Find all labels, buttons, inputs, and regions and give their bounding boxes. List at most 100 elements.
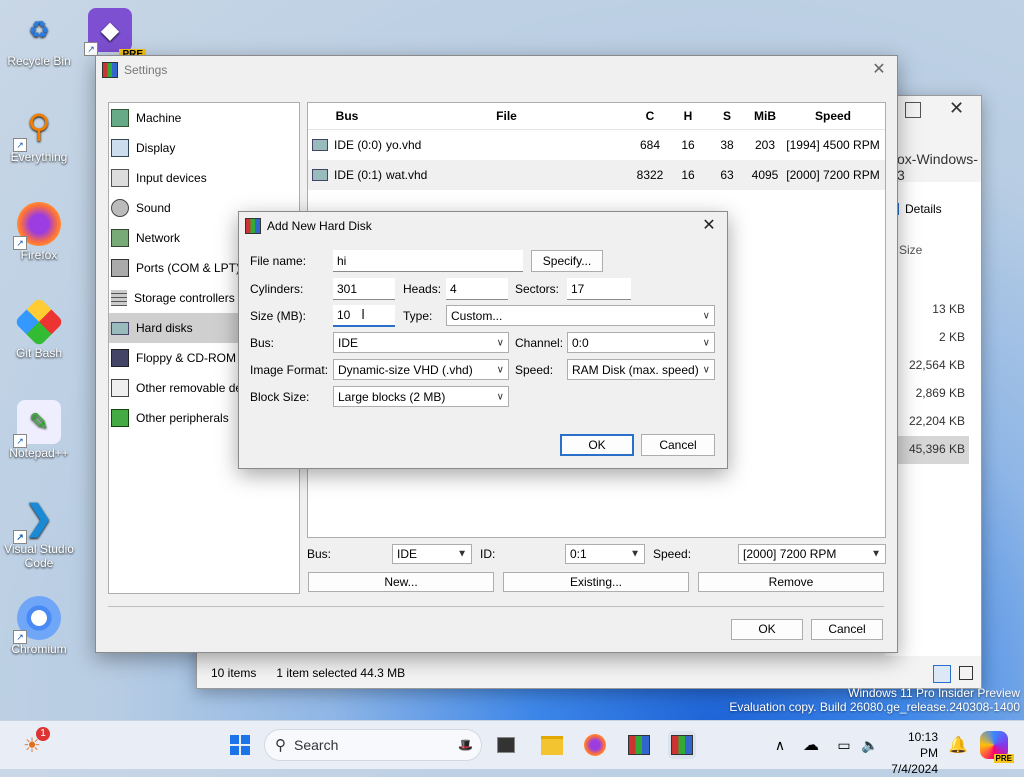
chevron-down-icon: ∨ [702, 310, 710, 321]
speed-label: Speed: [515, 363, 554, 377]
type-select[interactable]: Custom... ∨ [446, 305, 715, 326]
size-field[interactable]: 10 I [333, 305, 395, 327]
settings-close-button[interactable]: ✕ [867, 59, 891, 81]
table-row-selected[interactable]: IDE (0:1) wat.vhd 8322 16 63 4095 [2000]… [308, 160, 885, 190]
86box-settings-taskbar-icon[interactable] [668, 731, 696, 759]
display-settings-icon[interactable]: ▭ [830, 731, 858, 759]
shortcut-arrow-icon: ↗ [13, 630, 27, 644]
text-cursor-icon: I [361, 306, 366, 323]
desktop-icon-notepadpp[interactable]: ✎ ↗ Notepad++ [2, 400, 76, 460]
column-header-mib[interactable]: MiB [747, 109, 783, 123]
hard-disk-icon [312, 169, 328, 181]
speed-select[interactable]: RAM Disk (max. speed) ∨ [567, 359, 715, 380]
table-row[interactable]: IDE (0:0) yo.vhd 684 16 38 203 [1994] 45… [308, 130, 885, 160]
category-input-devices[interactable]: Input devices [109, 163, 299, 193]
category-machine[interactable]: Machine [109, 103, 299, 133]
recycle-bin-icon: ♻ [28, 16, 50, 44]
task-view-icon[interactable] [492, 731, 520, 759]
86box-icon [102, 62, 118, 78]
list-view-icon[interactable] [933, 665, 951, 683]
desktop-icon-chromium[interactable]: ↗ Chromium [2, 596, 76, 656]
file-explorer-icon[interactable] [538, 731, 566, 759]
category-display[interactable]: Display [109, 133, 299, 163]
chip-icon [111, 409, 129, 427]
explorer-close-button[interactable]: ✕ [949, 98, 964, 119]
block-size-select[interactable]: Large blocks (2 MB) ∨ [333, 386, 509, 407]
file-name-field[interactable]: hi [333, 250, 523, 272]
column-header-file[interactable]: File [382, 109, 631, 123]
notification-bell-icon[interactable]: 🔔 [944, 731, 972, 759]
tile-view-icon[interactable] [959, 666, 973, 680]
column-header-speed[interactable]: Speed [783, 109, 883, 123]
shortcut-arrow-icon: ↗ [13, 434, 27, 448]
chevron-up-icon[interactable]: ∧ [766, 731, 794, 759]
block-size-label: Block Size: [250, 390, 310, 404]
size-cell: 22,204 KB [908, 414, 965, 428]
network-status-icon[interactable]: ☁ [797, 731, 825, 759]
column-header-c[interactable]: C [631, 109, 669, 123]
new-disk-button[interactable]: New... [308, 572, 494, 592]
removable-drive-icon [111, 379, 129, 397]
column-header-bus[interactable]: Bus [308, 109, 382, 123]
size-cell: 2,869 KB [915, 386, 965, 400]
item-count: 10 items [211, 666, 257, 680]
start-button[interactable] [226, 731, 254, 759]
copilot-icon[interactable]: PRE [980, 731, 1014, 763]
storage-controller-icon [111, 290, 127, 306]
desktop-icon-vscode[interactable]: ❯ ↗ Visual Studio Code [2, 496, 76, 570]
desktop-icon-recycle-bin[interactable]: ♻ Recycle Bin [2, 8, 76, 69]
channel-select[interactable]: 0:0 ∨ [567, 332, 715, 353]
id-select[interactable]: 0:1 ▼ [565, 544, 645, 564]
86box-manager-taskbar-icon[interactable] [625, 731, 653, 759]
display-icon [111, 139, 129, 157]
cylinders-field[interactable]: 301 [333, 278, 395, 300]
remove-disk-button[interactable]: Remove [698, 572, 884, 592]
bus-select[interactable]: IDE ∨ [333, 332, 509, 353]
notepadpp-icon: ✎ ↗ [13, 400, 61, 448]
explorer-status-bar: 10 items 1 item selected 44.3 MB [197, 658, 981, 688]
weather-widget-icon[interactable]: ☀ 1 [18, 727, 50, 759]
heads-field[interactable]: 4 [446, 278, 508, 300]
bus-label: Bus: [250, 336, 275, 350]
explorer-maximize-button[interactable] [905, 102, 921, 118]
column-header-s[interactable]: S [707, 109, 747, 123]
dialog-titlebar: Add New Hard Disk [239, 212, 727, 240]
image-format-select[interactable]: Dynamic-size VHD (.vhd) ∨ [333, 359, 509, 380]
existing-disk-button[interactable]: Existing... [503, 572, 689, 592]
desktop-icon-everything[interactable]: ⚲ ↗ Everything [2, 104, 76, 164]
dialog-title: Add New Hard Disk [267, 219, 372, 233]
dialog-cancel-button[interactable]: Cancel [641, 434, 715, 456]
settings-ok-button[interactable]: OK [731, 619, 803, 640]
clock[interactable]: 10:13 PM 7/4/2024 [888, 729, 938, 777]
speed-select[interactable]: [2000] 7200 RPM ▼ [738, 544, 886, 564]
windows-logo-icon [230, 735, 250, 755]
dialog-ok-button[interactable]: OK [560, 434, 634, 456]
speaker-icon[interactable]: 🔈 [856, 731, 884, 759]
desktop-icon-firefox[interactable]: ↗ Firefox [2, 202, 76, 262]
chromium-icon: ↗ [13, 596, 61, 644]
settings-cancel-button[interactable]: Cancel [811, 619, 883, 640]
copilot-pre-badge: PRE [993, 754, 1014, 763]
image-format-label: Image Format: [250, 363, 329, 377]
visual-studio-preview-icon: ◆ ↗ PRE [84, 8, 146, 60]
desktop-icon-visual-studio-preview[interactable]: ◆ ↗ PRE [80, 8, 146, 60]
size-column-header[interactable]: Size [899, 243, 922, 257]
firefox-icon: ↗ [13, 202, 61, 250]
shortcut-arrow-icon: ↗ [84, 42, 98, 56]
sectors-field[interactable]: 17 [567, 278, 631, 300]
dialog-close-button[interactable]: ✕ [697, 215, 721, 237]
desktop-icon-git-bash[interactable]: Git Bash [2, 297, 76, 360]
search-box[interactable]: ⚲ Search 🎩 [264, 729, 482, 761]
chevron-down-icon: ∨ [496, 391, 504, 402]
bus-select[interactable]: IDE ▼ [392, 544, 472, 564]
size-cell: 45,396 KB [908, 442, 965, 456]
column-header-h[interactable]: H [669, 109, 707, 123]
explorer-tab-title[interactable]: ox-Windows-3 [897, 151, 981, 183]
id-label: ID: [480, 547, 496, 561]
firefox-taskbar-icon[interactable] [581, 731, 609, 759]
speaker-icon [111, 199, 129, 217]
file-name-label: File name: [250, 254, 307, 268]
chevron-down-icon: ∨ [702, 337, 710, 348]
size-cell: 13 KB [932, 302, 965, 316]
specify-button[interactable]: Specify... [531, 250, 603, 272]
